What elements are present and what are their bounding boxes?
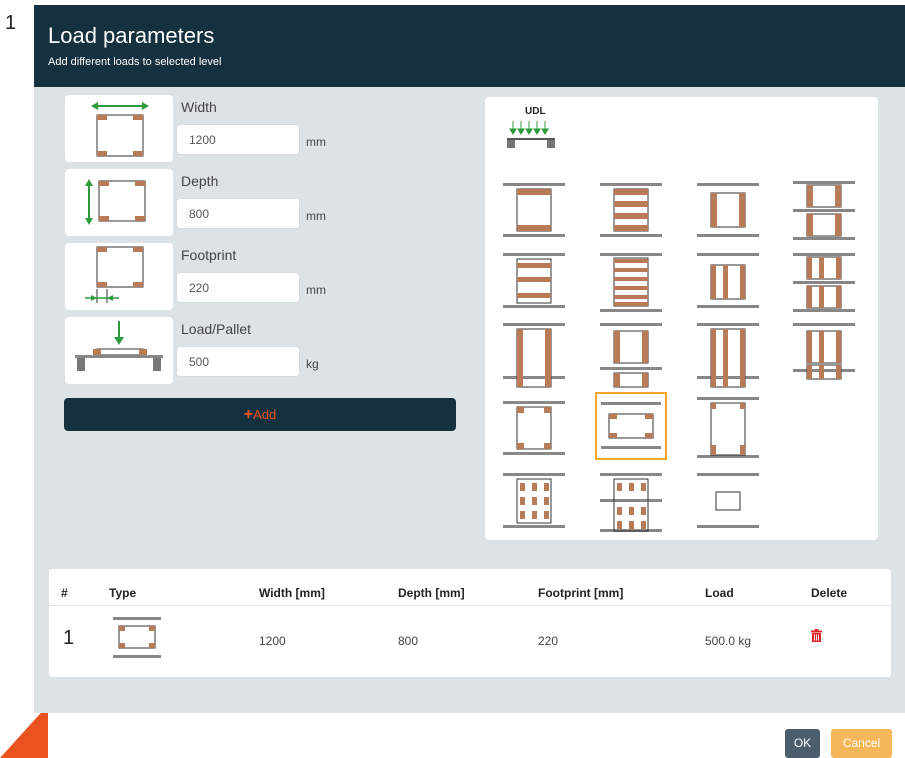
dialog-body: Width 1200 mm Depth 800 mm Footprint 220… xyxy=(34,87,905,713)
row-load: 500.0 kg xyxy=(705,634,752,648)
load-type-option[interactable] xyxy=(501,249,573,317)
add-button[interactable]: +Add xyxy=(64,398,456,431)
depth-input[interactable]: 800 xyxy=(176,198,300,229)
add-button-label: Add xyxy=(253,407,277,422)
load-type-option[interactable] xyxy=(598,321,670,389)
load-type-option[interactable] xyxy=(695,395,767,463)
col-header-width: Width [mm] xyxy=(259,586,325,600)
depth-param: Depth 800 mm xyxy=(65,169,470,236)
ok-button[interactable]: OK xyxy=(785,729,820,758)
page: 1 Load parameters Add different loads to… xyxy=(0,0,905,758)
load-type-option[interactable] xyxy=(598,249,670,317)
load-type-option[interactable] xyxy=(598,469,670,537)
load-type-option[interactable] xyxy=(695,321,767,389)
loads-table: # Type Width [mm] Depth [mm] Footprint [… xyxy=(49,569,891,677)
load-type-option-selected[interactable] xyxy=(595,392,667,460)
width-arrow-icon xyxy=(65,95,173,162)
row-width: 1200 xyxy=(259,634,286,648)
col-header-load: Load xyxy=(705,586,734,600)
footprint-label: Footprint xyxy=(181,247,237,263)
trash-icon[interactable] xyxy=(811,629,822,642)
udl-label: UDL xyxy=(525,106,546,117)
width-label: Width xyxy=(181,99,217,115)
load-type-option[interactable] xyxy=(501,177,573,245)
dialog-header: Load parameters Add different loads to s… xyxy=(34,5,905,87)
load-type-option[interactable] xyxy=(501,395,573,463)
col-header-depth: Depth [mm] xyxy=(398,586,465,600)
row-type-icon xyxy=(113,617,161,658)
depth-unit: mm xyxy=(306,209,326,223)
load-type-panel: UDL xyxy=(485,97,878,540)
col-header-delete: Delete xyxy=(811,586,848,600)
row-depth: 800 xyxy=(398,634,419,648)
load-pallet-input[interactable]: 500 xyxy=(176,346,300,377)
footprint-unit: mm xyxy=(306,283,326,297)
plus-icon: + xyxy=(243,406,254,423)
footprint-param: Footprint 220 mm xyxy=(65,243,470,310)
depth-arrow-icon xyxy=(65,169,173,236)
footprint-icon xyxy=(65,243,173,310)
load-type-option[interactable] xyxy=(695,177,767,245)
load-type-option[interactable] xyxy=(791,321,863,389)
load-type-option[interactable] xyxy=(695,249,767,317)
row-number: 1 xyxy=(63,627,75,649)
footprint-input[interactable]: 220 xyxy=(176,272,300,303)
col-header-footprint: Footprint [mm] xyxy=(538,586,624,600)
col-header-type: Type xyxy=(109,586,137,600)
width-unit: mm xyxy=(306,135,326,149)
width-param: Width 1200 mm xyxy=(65,95,470,162)
udl-type-option[interactable] xyxy=(503,119,563,155)
header-divider xyxy=(49,605,891,606)
depth-label: Depth xyxy=(181,173,219,189)
load-type-option[interactable] xyxy=(501,321,573,389)
width-input[interactable]: 1200 xyxy=(176,124,300,155)
load-pallet-unit: kg xyxy=(306,357,319,371)
dialog-subtitle: Add different loads to selected level xyxy=(48,56,222,68)
step-number: 1 xyxy=(5,12,17,34)
load-type-option[interactable] xyxy=(791,177,863,245)
dialog-title: Load parameters xyxy=(48,23,215,48)
load-type-option[interactable] xyxy=(598,177,670,245)
load-pallet-param: Load/Pallet 500 kg xyxy=(65,317,470,384)
load-type-option[interactable] xyxy=(501,469,573,537)
cancel-button[interactable]: Cancel xyxy=(831,729,892,758)
load-type-option[interactable] xyxy=(695,469,767,537)
row-footprint: 220 xyxy=(538,634,559,648)
load-type-option[interactable] xyxy=(791,249,863,317)
col-header-num: # xyxy=(61,586,68,600)
load-pallet-icon xyxy=(65,317,173,384)
load-pallet-label: Load/Pallet xyxy=(181,321,252,337)
